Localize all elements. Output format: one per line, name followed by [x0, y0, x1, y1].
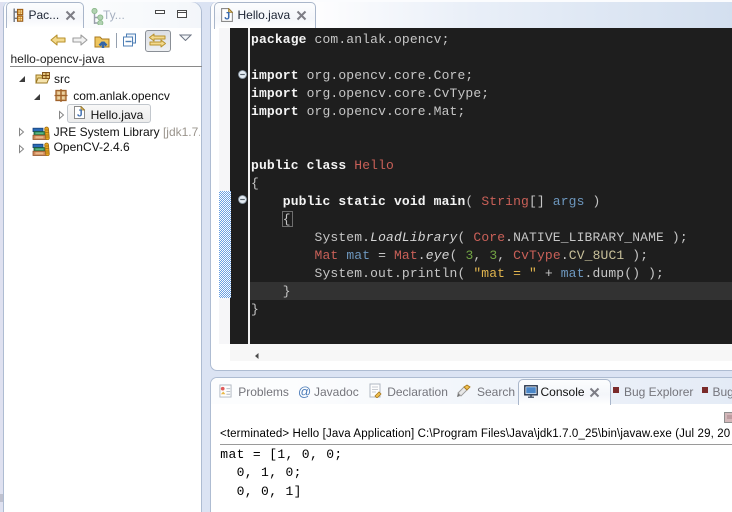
svg-text:J: J — [77, 109, 83, 120]
svg-text:J: J — [224, 10, 230, 22]
